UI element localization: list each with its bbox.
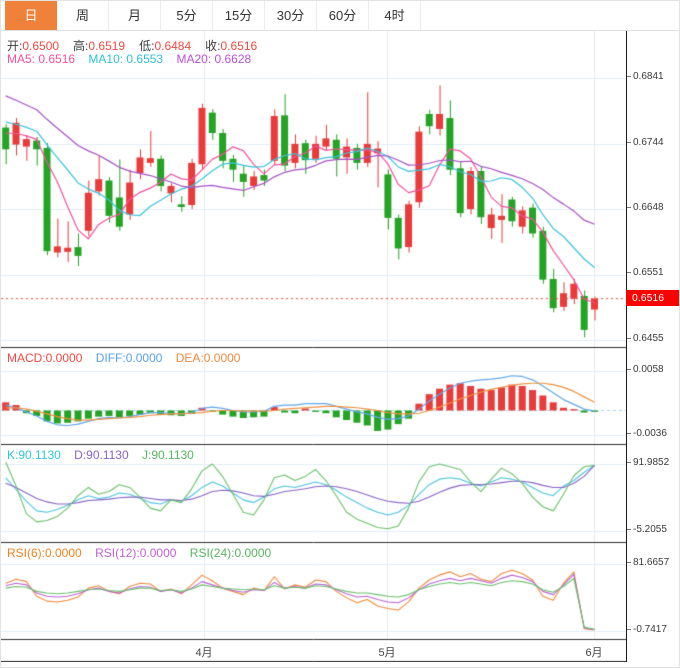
- kdj-tick-min: -5.2055: [627, 524, 667, 535]
- k-value: K:90.1130: [7, 448, 61, 462]
- ohlc-high-label: 高:: [73, 39, 89, 53]
- tab-month[interactable]: 月: [109, 1, 161, 30]
- rsi6-value: RSI(6):0.0000: [7, 546, 82, 560]
- tab-15min[interactable]: 15分: [213, 1, 265, 30]
- rsi-tick-min: -0.7417: [627, 624, 667, 635]
- ohlc-low-value: 0.6484: [154, 39, 192, 53]
- current-price-badge: 0.6516: [626, 290, 679, 306]
- macd-tick-max: 0.0058: [627, 364, 664, 375]
- diff-value: DIFF:0.0000: [95, 351, 163, 365]
- ohlc-open-value: 0.6500: [22, 39, 60, 53]
- macd-value: MACD:0.0000: [7, 351, 83, 365]
- tab-day[interactable]: 日: [5, 1, 57, 30]
- ma10-value: MA10: 0.6553: [88, 52, 164, 66]
- macd-legend: MACD:0.0000 DIFF:0.0000 DEA:0.0000: [7, 351, 250, 365]
- ohlc-close-label: 收:: [205, 39, 221, 53]
- ma20-value: MA20: 0.6628: [176, 52, 252, 66]
- kdj-legend: K:90.1130 D:90.1130 J:90.1130: [7, 448, 204, 462]
- price-tick-2: 0.6744: [627, 137, 664, 148]
- rsi-tick-max: 81.6657: [627, 557, 669, 568]
- price-tick-4: 0.6551: [627, 267, 664, 278]
- ohlc-high-value: 0.6519: [88, 39, 126, 53]
- ohlc-close-value: 0.6516: [220, 39, 258, 53]
- ma-legend: MA5: 0.6516 MA10: 0.6553 MA20: 0.6628: [7, 52, 261, 66]
- y-axis-strip: 0.6841 0.6744 0.6648 0.6551 0.6455 0.005…: [626, 31, 679, 662]
- rsi-legend: RSI(6):0.0000 RSI(12):0.0000 RSI(24):0.0…: [7, 546, 281, 560]
- trading-chart-app: 日 周 月 5分 15分 30分 60分 4时 开:0.6500 高:0.6519…: [0, 0, 680, 668]
- rsi12-value: RSI(12):0.0000: [95, 546, 177, 560]
- price-tick-3: 0.6648: [627, 202, 664, 213]
- tab-4hour[interactable]: 4时: [369, 1, 421, 30]
- chart-canvas[interactable]: [1, 31, 626, 662]
- j-value: J:90.1130: [142, 448, 194, 462]
- x-label-may: 5月: [378, 647, 396, 659]
- x-label-june: 6月: [585, 647, 603, 659]
- d-value: D:90.1130: [74, 448, 129, 462]
- ohlc-low-label: 低:: [139, 39, 155, 53]
- ohlc-open-label: 开:: [7, 39, 23, 53]
- x-label-april: 4月: [195, 647, 213, 659]
- tab-week[interactable]: 周: [57, 1, 109, 30]
- macd-tick-min: -0.0036: [627, 428, 667, 439]
- period-tabbar: 日 周 月 5分 15分 30分 60分 4时: [1, 1, 679, 31]
- price-tick-1: 0.6841: [627, 71, 664, 82]
- price-tick-5: 0.6455: [627, 333, 664, 344]
- ma5-value: MA5: 0.6516: [7, 52, 76, 66]
- rsi24-value: RSI(24):0.0000: [189, 546, 272, 560]
- dea-value: DEA:0.0000: [175, 351, 241, 365]
- kdj-tick-max: 91.9852: [627, 457, 669, 468]
- tab-60min[interactable]: 60分: [317, 1, 369, 30]
- tab-5min[interactable]: 5分: [161, 1, 213, 30]
- tab-30min[interactable]: 30分: [265, 1, 317, 30]
